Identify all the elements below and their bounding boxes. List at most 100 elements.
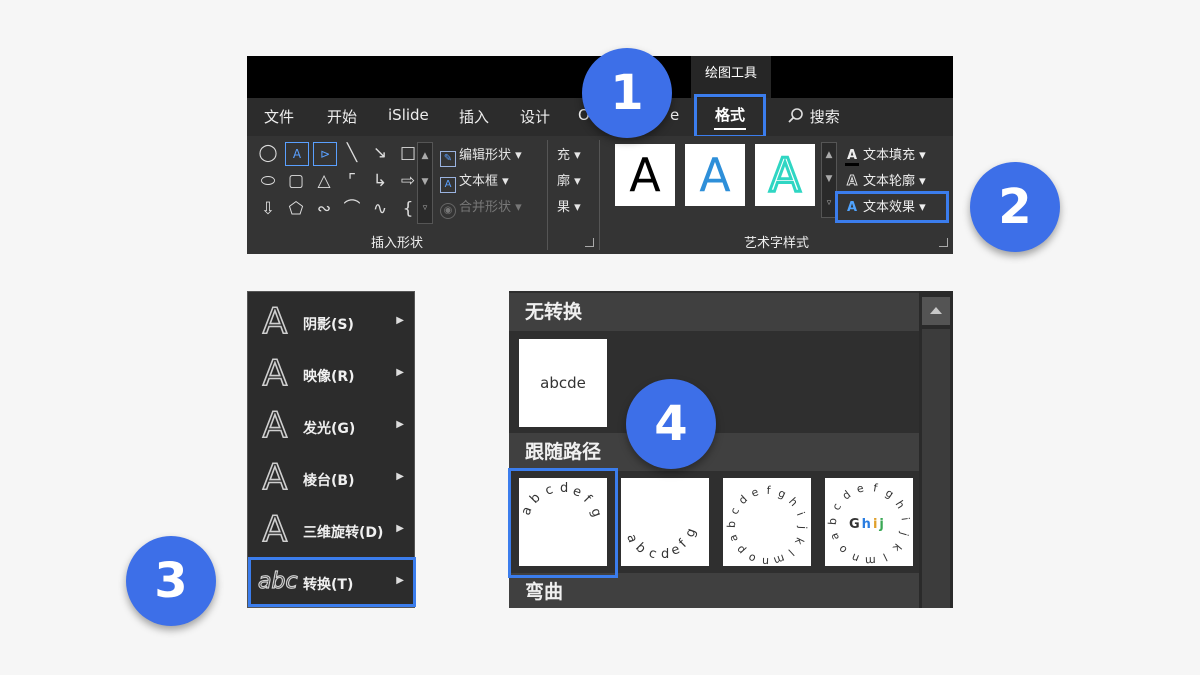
- path-letter: h: [893, 498, 908, 511]
- oval-shape-icon[interactable]: ⬭: [257, 170, 279, 192]
- active-tab-underline: [714, 128, 746, 130]
- merge-shapes-button[interactable]: ◉ 合并形状 ▾: [440, 196, 522, 219]
- callout-shape-icon[interactable]: ◯: [257, 142, 279, 164]
- vertical-textbox-shape-icon[interactable]: ⊳: [313, 142, 337, 166]
- path-letter: e: [855, 481, 865, 495]
- thumb-no-transform[interactable]: abcde: [519, 339, 607, 427]
- text-fill-icon: A: [845, 148, 859, 166]
- path-letter: d: [840, 488, 854, 503]
- tab-islide[interactable]: iSlide: [388, 106, 429, 124]
- arc-shape-icon[interactable]: ⌒: [341, 198, 363, 220]
- tab-format-label: 格式: [714, 106, 745, 124]
- wordart-style-blue[interactable]: A: [685, 144, 745, 206]
- elbow-arrow-shape-icon[interactable]: ↳: [369, 170, 391, 192]
- tab-insert[interactable]: 插入: [459, 106, 489, 127]
- tab-partial-suffix: e: [670, 106, 680, 124]
- merge-shapes-label: 合并形状: [459, 200, 512, 215]
- path-letter: n: [762, 555, 770, 566]
- elbow-connector-shape-icon[interactable]: ⌜: [341, 170, 363, 192]
- thumb-arch-down[interactable]: a b c d e f g: [621, 478, 709, 566]
- path-letter: d: [736, 493, 750, 507]
- tab-home[interactable]: 开始: [327, 106, 357, 127]
- tab-format[interactable]: 格式: [694, 94, 766, 138]
- text-effect-highlight: [835, 191, 949, 223]
- wordart-style-black[interactable]: A: [615, 144, 675, 206]
- glow-effect-icon: A: [262, 404, 288, 447]
- menu-item-label: 棱台(B): [303, 473, 355, 489]
- thumb-button[interactable]: abcdefghi jklmno Ghij: [825, 478, 913, 567]
- search-icon: [788, 108, 803, 123]
- menu-item-3d-rotation[interactable]: A 三维旋转(D) ▶: [248, 505, 416, 557]
- tab-file[interactable]: 文件: [264, 106, 294, 127]
- rectangle-shape-icon[interactable]: □: [397, 142, 419, 164]
- rounded-rect-shape-icon[interactable]: ▢: [285, 170, 307, 192]
- line-shape-icon[interactable]: ╲: [341, 142, 363, 164]
- menu-item-label: 阴影(S): [303, 317, 354, 333]
- scribble-shape-icon[interactable]: ∾: [313, 198, 335, 220]
- submenu-arrow-icon: ▶: [396, 471, 404, 482]
- svg-text:a: a: [623, 532, 640, 545]
- button-text-icon: abcd e f ghi jklmno Ghij: [826, 481, 912, 567]
- wordart-style-outline[interactable]: A: [755, 144, 815, 206]
- callout-3: 3: [126, 536, 216, 626]
- path-letter: a: [726, 533, 741, 544]
- thumb-circle[interactable]: abcdefghi jklmnop: [723, 478, 811, 568]
- svg-text:Ghij: Ghij: [849, 517, 884, 532]
- path-letter: k: [890, 541, 904, 555]
- text-outline-button[interactable]: A 文本轮廓 ▾: [845, 170, 925, 190]
- path-letter: f: [766, 484, 772, 497]
- curve-shape-icon[interactable]: ∿: [369, 198, 391, 220]
- path-letter: c: [728, 506, 742, 517]
- menu-item-shadow[interactable]: A 阴影(S) ▶: [248, 297, 416, 349]
- selected-thumb-highlight: [508, 468, 618, 578]
- shape-outline-button[interactable]: 廓 ▾: [557, 170, 581, 189]
- section-follow-path: 跟随路径: [509, 433, 919, 471]
- scroll-track[interactable]: [922, 329, 950, 608]
- bevel-effect-icon: A: [262, 456, 288, 499]
- text-fill-button[interactable]: A 文本填充 ▾: [845, 144, 926, 166]
- textbox-shape-icon[interactable]: A: [285, 142, 309, 166]
- path-letter: o: [746, 551, 758, 566]
- scroll-up-icon[interactable]: [922, 297, 950, 325]
- path-letter: i: [794, 510, 807, 517]
- wordart-styles-group-label: 艺术字样式: [743, 236, 809, 251]
- path-letter: l: [785, 546, 796, 558]
- wordart-launcher-icon[interactable]: [939, 238, 948, 247]
- menu-item-glow[interactable]: A 发光(G) ▶: [248, 401, 416, 453]
- path-letter: h: [786, 495, 800, 509]
- thumb-sample-text: abcde: [540, 374, 586, 392]
- merge-shapes-icon: ◉: [440, 203, 456, 219]
- menu-item-label: 三维旋转(D): [303, 525, 384, 541]
- group-separator: [547, 140, 548, 250]
- gallery-scrollbar[interactable]: [919, 291, 953, 608]
- shape-effect-button[interactable]: 果 ▾: [557, 196, 581, 215]
- shape-effect-label: 果: [557, 200, 571, 215]
- callout-1: 1: [582, 48, 672, 138]
- submenu-arrow-icon: ▶: [396, 419, 404, 430]
- text-outline-label: 文本轮廓: [863, 174, 916, 189]
- edit-shape-button[interactable]: ✎ 编辑形状 ▾: [440, 144, 522, 167]
- shape-fill-label: 充: [557, 148, 571, 163]
- text-box-button[interactable]: A 文本框 ▾: [440, 170, 509, 193]
- shapes-gallery-scroll[interactable]: ▲ ▼ ▿: [417, 142, 433, 224]
- right-arrow-shape-icon[interactable]: ⇨: [397, 170, 419, 192]
- brace-shape-icon[interactable]: {: [397, 198, 419, 220]
- arrow-line-shape-icon[interactable]: ↘: [369, 142, 391, 164]
- search-box[interactable]: 搜索: [787, 106, 840, 127]
- triangle-shape-icon[interactable]: △: [313, 170, 335, 192]
- transform-item-highlight: [248, 557, 416, 607]
- shape-fill-button[interactable]: 充 ▾: [557, 144, 581, 163]
- menu-item-bevel[interactable]: A 棱台(B) ▶: [248, 453, 416, 505]
- shape-styles-launcher-icon[interactable]: [585, 238, 594, 247]
- path-letter: g: [883, 486, 896, 501]
- path-letter: e: [749, 485, 760, 500]
- down-arrow-shape-icon[interactable]: ⇩: [257, 198, 279, 220]
- edit-shape-icon: ✎: [440, 151, 456, 167]
- 3d-rotation-effect-icon: A: [262, 508, 288, 551]
- menu-item-reflection[interactable]: A 映像(R) ▶: [248, 349, 416, 401]
- menu-item-label: 发光(G): [303, 421, 356, 437]
- text-box-icon: A: [440, 177, 456, 193]
- path-letter: j: [796, 525, 809, 530]
- tab-design[interactable]: 设计: [520, 106, 550, 127]
- freeform-shape-icon[interactable]: ⬠: [285, 198, 307, 220]
